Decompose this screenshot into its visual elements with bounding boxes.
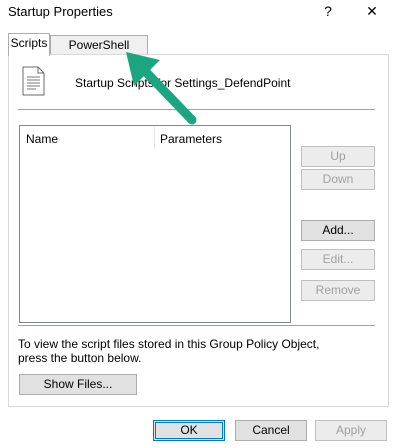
tab-scripts[interactable]: Scripts xyxy=(8,33,50,56)
info-text: To view the script files stored in this … xyxy=(18,337,320,365)
help-button[interactable]: ? xyxy=(318,1,338,21)
column-header-parameters[interactable]: Parameters xyxy=(160,132,222,146)
cancel-button[interactable]: Cancel xyxy=(235,420,307,441)
title-bar: Startup Properties ? ✕ xyxy=(0,0,395,24)
remove-button[interactable]: Remove xyxy=(301,280,375,301)
script-file-icon xyxy=(22,66,45,96)
column-header-name[interactable]: Name xyxy=(26,132,58,146)
close-button[interactable]: ✕ xyxy=(362,1,382,21)
apply-button[interactable]: Apply xyxy=(315,420,387,441)
column-divider xyxy=(154,127,155,149)
show-files-button[interactable]: Show Files... xyxy=(19,374,137,395)
add-button[interactable]: Add... xyxy=(301,220,375,241)
scripts-list[interactable]: Name Parameters xyxy=(19,125,291,323)
down-button[interactable]: Down xyxy=(301,169,375,190)
ok-button[interactable]: OK xyxy=(153,420,225,441)
divider xyxy=(18,325,375,326)
edit-button[interactable]: Edit... xyxy=(301,249,375,270)
arrow-icon xyxy=(126,52,197,125)
up-button[interactable]: Up xyxy=(301,146,375,167)
window-title: Startup Properties xyxy=(8,4,113,19)
